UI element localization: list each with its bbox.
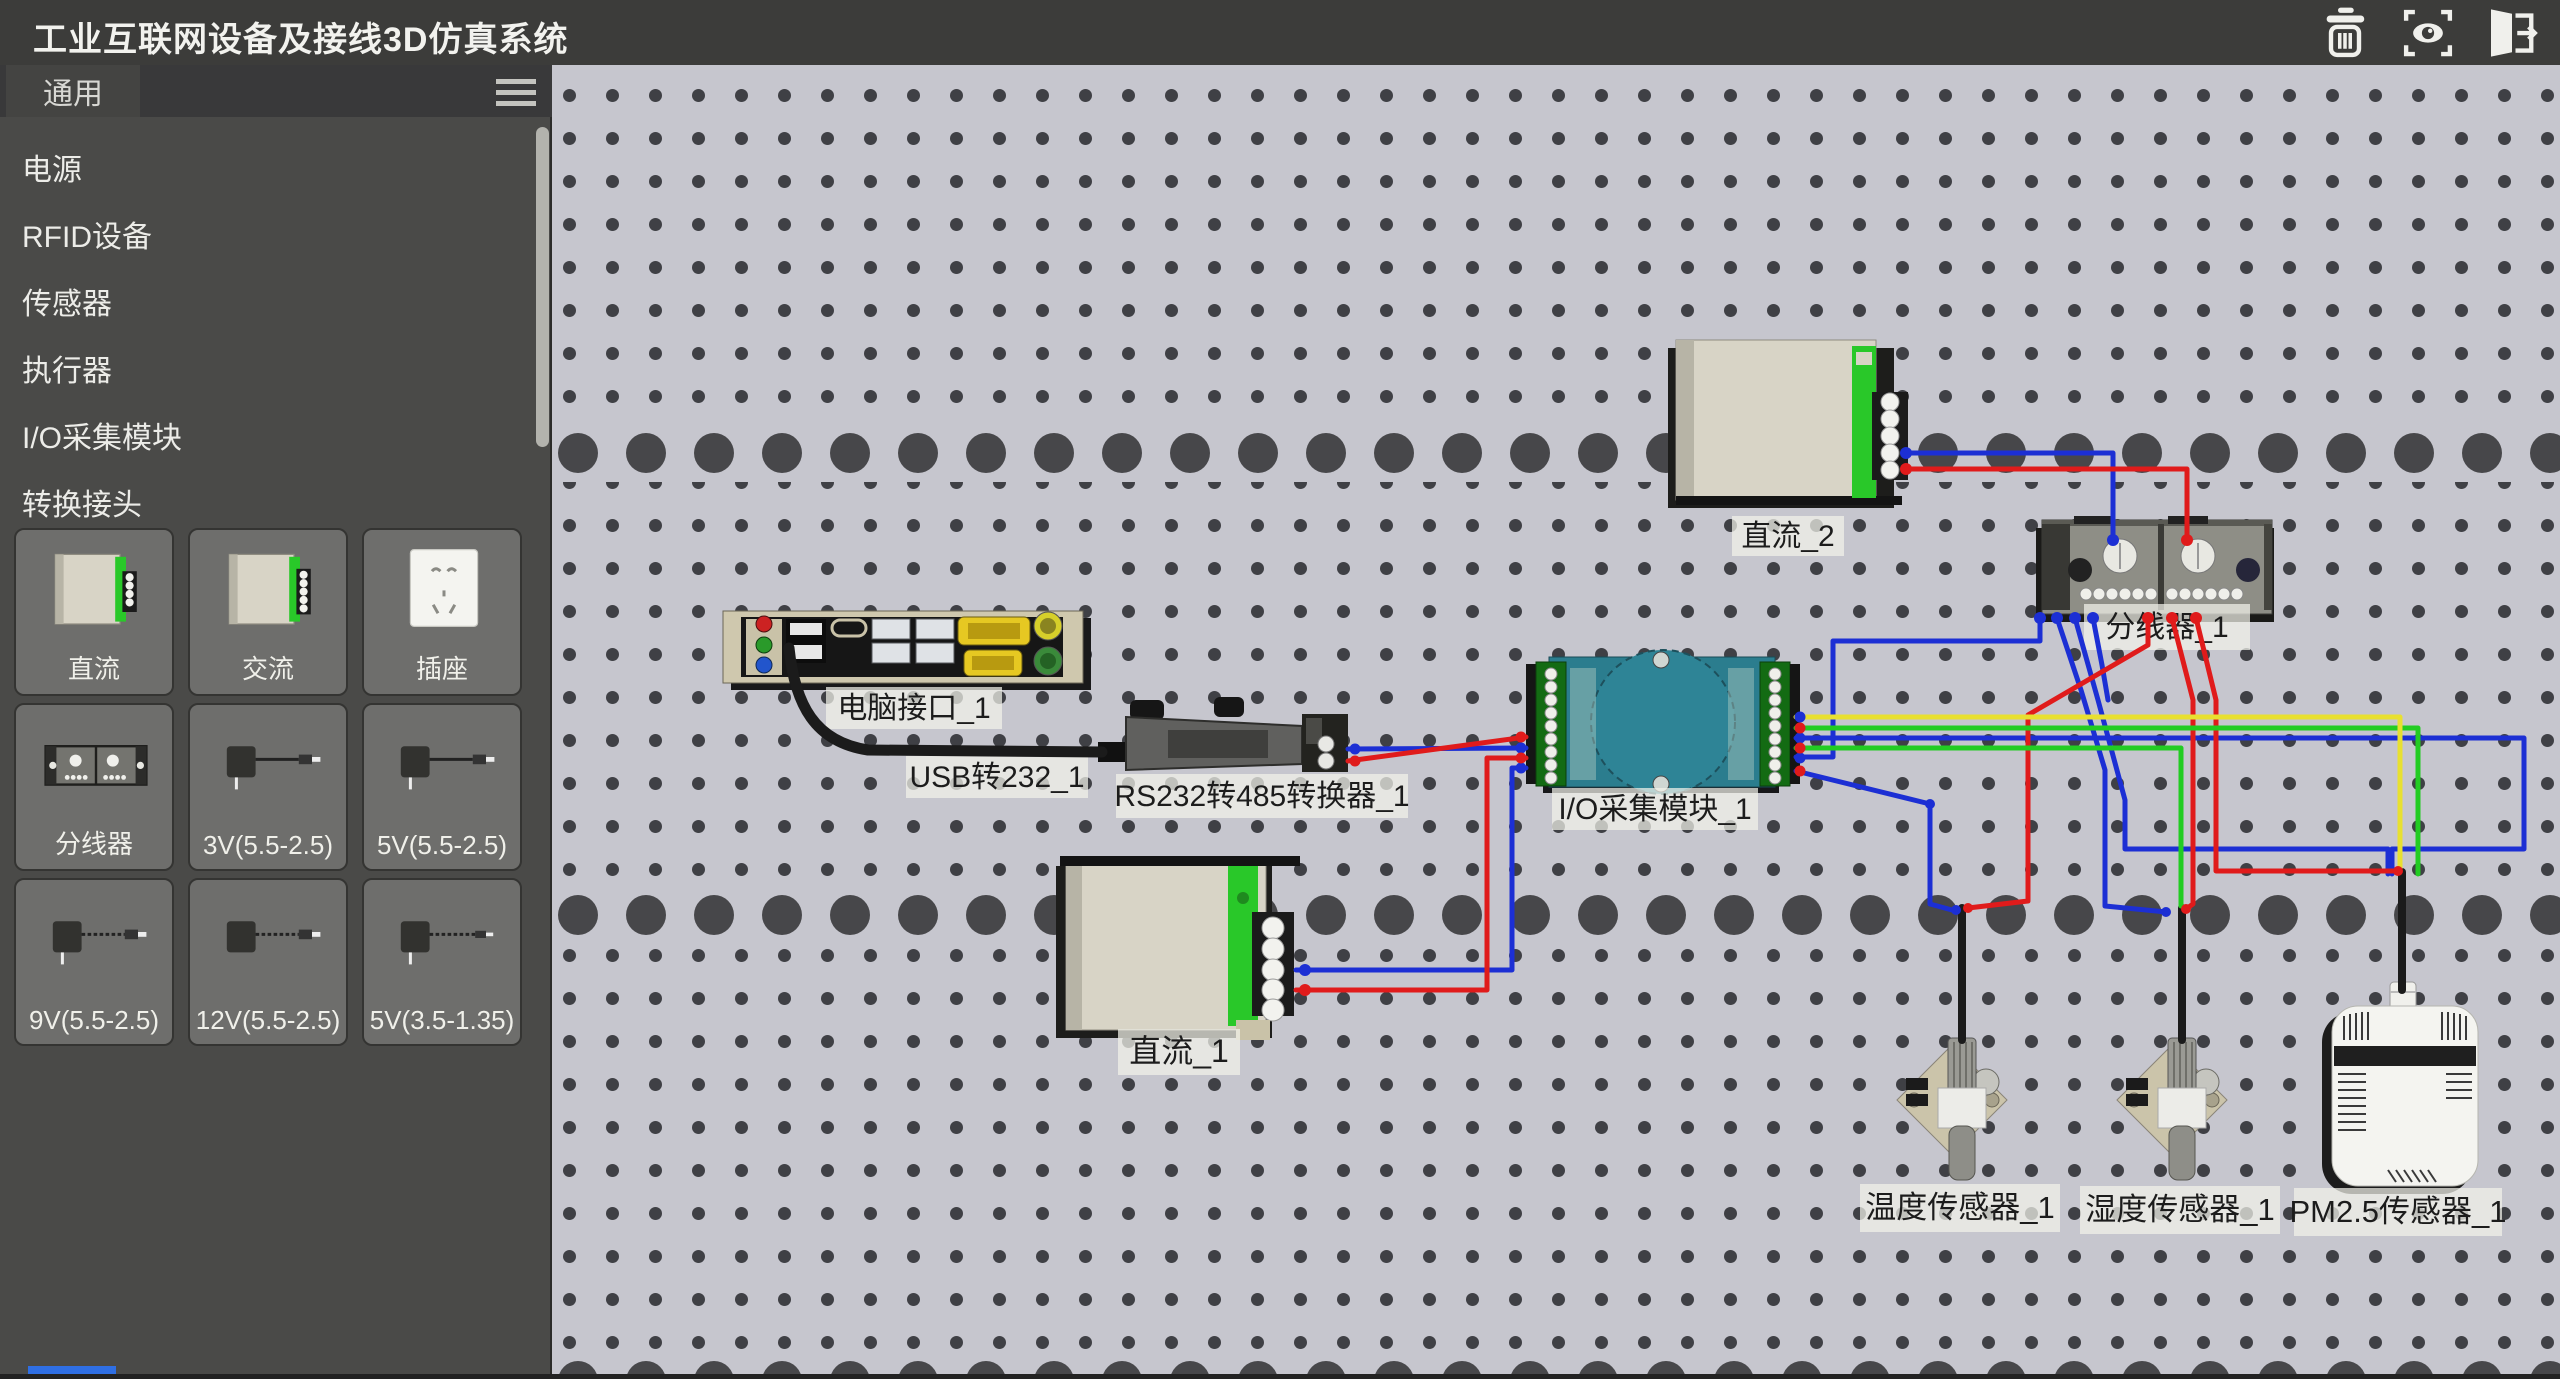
- label-pc-interface: 电脑接口_1: [837, 692, 990, 725]
- category-menu: 电源 RFID设备 传感器 执行器 I/O采集模块 转换接头: [0, 133, 530, 535]
- scene[interactable]: 直流_2 电脑接口_1 USB转232_1 RS232转485转换器_1 I/O…: [552, 65, 2560, 1374]
- trash-icon[interactable]: [2310, 5, 2380, 61]
- palette-item-adapter-3v[interactable]: 3V(5.5-2.5): [188, 703, 348, 871]
- power-adapter-icon: [384, 719, 504, 819]
- label-pm25-sensor: PM2.5传感器_1: [2289, 1194, 2506, 1229]
- palette-item-adapter-12v[interactable]: 12V(5.5-2.5): [188, 878, 348, 1046]
- scene-canvas[interactable]: 直流_2 电脑接口_1 USB转232_1 RS232转485转换器_1 I/O…: [552, 65, 2560, 1374]
- dc2-terminals[interactable]: [1881, 393, 1899, 479]
- palette-label: 分线器: [16, 824, 172, 861]
- label-io-module: I/O采集模块_1: [1558, 793, 1751, 826]
- menu-item-power[interactable]: 电源: [0, 133, 530, 200]
- label-dc1: 直流_1: [1129, 1033, 1229, 1069]
- menu-item-io-module[interactable]: I/O采集模块: [0, 401, 530, 468]
- palette-item-ac[interactable]: 交流: [188, 528, 348, 696]
- status-sliver: [28, 1366, 116, 1374]
- menu-item-adapter[interactable]: 转换接头: [0, 468, 530, 535]
- label-rs232-485: RS232转485转换器_1: [1114, 780, 1409, 813]
- device-dc1[interactable]: [1056, 856, 1300, 1040]
- dc1-terminals[interactable]: [1262, 917, 1284, 1021]
- sidebar: 通用 电源 RFID设备 传感器 执行器 I/O采集模块 转换接头 直流: [0, 65, 552, 1374]
- io-left-terminals[interactable]: [1545, 668, 1557, 784]
- device-io-module[interactable]: [1526, 650, 1800, 794]
- device-pm25-sensor[interactable]: [2322, 982, 2478, 1194]
- palette-item-adapter-5v-small[interactable]: 5V(3.5-1.35): [362, 878, 522, 1046]
- label-humidity-sensor: 湿度传感器_1: [2085, 1192, 2274, 1227]
- device-dc2[interactable]: [1668, 340, 1908, 508]
- label-dc2: 直流_2: [1741, 520, 1834, 553]
- palette-label: 插座: [364, 649, 520, 686]
- menu-icon[interactable]: [496, 79, 536, 107]
- app-title: 工业互联网设备及接线3D仿真系统: [33, 12, 568, 61]
- tab-general[interactable]: 通用: [6, 65, 140, 117]
- palette-label: 交流: [190, 649, 346, 686]
- ac-device-icon: [210, 544, 330, 644]
- splitter-icon: [36, 719, 156, 819]
- palette-label: 9V(5.5-2.5): [16, 1005, 172, 1036]
- power-adapter-icon: [36, 894, 156, 994]
- dc-device-icon: [36, 544, 156, 644]
- palette-item-dc[interactable]: 直流: [14, 528, 174, 696]
- palette-label: 直流: [16, 649, 172, 686]
- label-usb-232: USB转232_1: [909, 761, 1084, 794]
- palette-item-adapter-5v[interactable]: 5V(5.5-2.5): [362, 703, 522, 871]
- title-bar: 工业互联网设备及接线3D仿真系统: [0, 0, 2560, 65]
- sidebar-tabbar: 通用: [0, 65, 552, 117]
- exit-icon[interactable]: [2477, 5, 2547, 61]
- socket-icon: [384, 544, 504, 644]
- view-icon[interactable]: [2393, 5, 2463, 61]
- palette-label: 5V(5.5-2.5): [364, 830, 520, 861]
- menu-item-actuator[interactable]: 执行器: [0, 334, 530, 401]
- palette-item-splitter[interactable]: 分线器: [14, 703, 174, 871]
- device-pc-interface[interactable]: [723, 611, 1091, 690]
- power-adapter-icon: [210, 894, 330, 994]
- menu-item-rfid[interactable]: RFID设备: [0, 200, 530, 267]
- menu-item-sensor[interactable]: 传感器: [0, 267, 530, 334]
- label-temp-sensor: 温度传感器_1: [1865, 1190, 2054, 1225]
- io-right-terminals[interactable]: [1769, 668, 1781, 784]
- power-adapter-icon: [384, 894, 504, 994]
- palette-label: 12V(5.5-2.5): [190, 1005, 346, 1036]
- palette-label: 5V(3.5-1.35): [364, 1005, 520, 1036]
- power-adapter-icon: [210, 719, 330, 819]
- sidebar-scrollbar[interactable]: [536, 127, 549, 447]
- palette-item-socket[interactable]: 插座: [362, 528, 522, 696]
- palette-item-adapter-9v[interactable]: 9V(5.5-2.5): [14, 878, 174, 1046]
- device-palette: 直流 交流 插座: [14, 528, 538, 1046]
- palette-label: 3V(5.5-2.5): [190, 830, 346, 861]
